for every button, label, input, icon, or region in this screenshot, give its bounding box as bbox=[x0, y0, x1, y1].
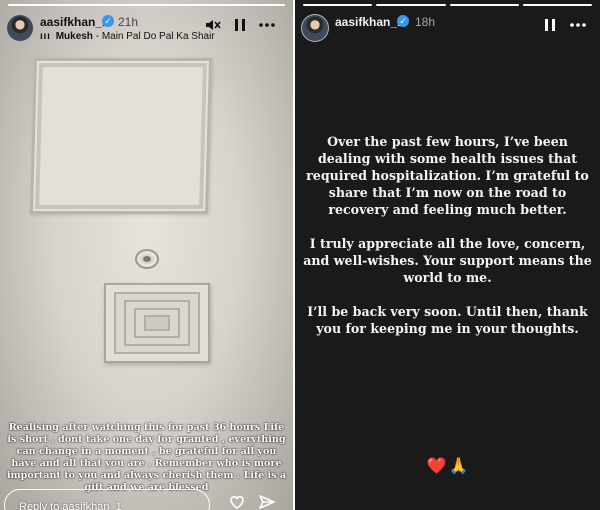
message-paragraph: Over the past few hours, I’ve been deali… bbox=[306, 134, 589, 217]
story-progress bbox=[303, 4, 592, 6]
red-heart-icon: ❤️ bbox=[426, 458, 447, 475]
heart-icon[interactable] bbox=[228, 493, 246, 510]
story-progress bbox=[8, 4, 285, 6]
progress-segment bbox=[376, 4, 446, 6]
verified-badge-icon: ✓ bbox=[397, 15, 409, 27]
timestamp: 21h bbox=[118, 15, 139, 29]
reply-input[interactable]: Reply to aasifkhan_1 bbox=[4, 489, 210, 510]
progress-segment bbox=[8, 4, 285, 6]
avatar[interactable] bbox=[6, 14, 34, 42]
music-label[interactable]: ı ı ı Mukesh - Main Pal Do Pal Ka Shair bbox=[40, 31, 215, 42]
more-icon[interactable] bbox=[258, 16, 276, 34]
music-separator: - bbox=[92, 31, 102, 42]
story-header: aasifkhan_1 ✓ 21h ı ı ı Mukesh - Main Pa… bbox=[6, 12, 285, 48]
story-caption: Realising after watching this for past 3… bbox=[6, 422, 287, 493]
left-story-panel[interactable]: aasifkhan_1 ✓ 21h ı ı ı Mukesh - Main Pa… bbox=[0, 0, 293, 510]
air-vent bbox=[104, 283, 210, 363]
right-story-panel[interactable]: aasifkhan_1 ✓ 18h Over the past few hour… bbox=[295, 0, 600, 510]
message-paragraph: I’ll be back very soon. Until then, than… bbox=[307, 304, 588, 336]
progress-segment bbox=[522, 4, 592, 6]
music-bars-icon: ı ı ı bbox=[40, 31, 50, 42]
story-header: aasifkhan_1 ✓ 18h bbox=[301, 12, 592, 48]
folded-hands-icon: 🙏 bbox=[448, 458, 469, 475]
emoji-row: ❤️ 🙏 bbox=[295, 456, 600, 476]
music-artist: Mukesh bbox=[55, 31, 93, 42]
timestamp: 18h bbox=[415, 15, 436, 29]
progress-segment bbox=[449, 4, 519, 6]
username[interactable]: aasifkhan_1 bbox=[40, 15, 109, 29]
music-song: Main Pal Do Pal Ka Shair bbox=[101, 31, 215, 42]
smoke-detector bbox=[135, 249, 159, 269]
pause-icon[interactable] bbox=[541, 16, 559, 34]
pause-icon[interactable] bbox=[231, 16, 249, 34]
avatar[interactable] bbox=[301, 14, 329, 42]
reply-placeholder: Reply to aasifkhan_1 bbox=[19, 501, 122, 510]
story-message: Over the past few hours, I’ve been deali… bbox=[301, 133, 594, 354]
username[interactable]: aasifkhan_1 bbox=[335, 15, 404, 29]
mute-icon[interactable] bbox=[204, 16, 222, 34]
message-paragraph: I truly appreciate all the love, concern… bbox=[303, 236, 592, 285]
ceiling-hatch bbox=[29, 58, 213, 214]
send-icon[interactable] bbox=[258, 493, 276, 510]
progress-segment bbox=[303, 4, 373, 6]
verified-badge-icon: ✓ bbox=[102, 15, 114, 27]
more-icon[interactable] bbox=[569, 16, 587, 34]
